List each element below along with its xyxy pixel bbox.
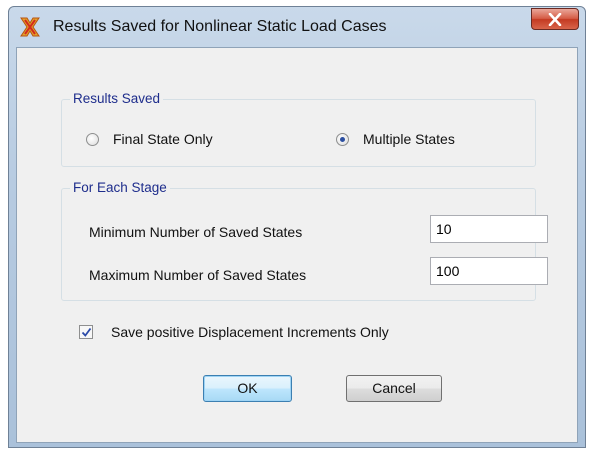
save-positive-increments-checkbox[interactable]: Save positive Displacement Increments On… <box>79 324 389 340</box>
radio-multiple-states[interactable]: Multiple States <box>336 131 455 147</box>
for-each-stage-legend: For Each Stage <box>70 180 170 195</box>
radio-button[interactable] <box>86 132 99 146</box>
checkmark-icon <box>81 327 92 337</box>
radio-final-state-only[interactable]: Final State Only <box>86 131 213 147</box>
max-saved-states-label: Maximum Number of Saved States <box>89 267 307 283</box>
dialog-window: Results Saved for Nonlinear Static Load … <box>8 6 586 448</box>
results-saved-legend: Results Saved <box>70 91 164 106</box>
window-title: Results Saved for Nonlinear Static Load … <box>53 18 387 35</box>
radio-label: Final State Only <box>113 131 213 147</box>
ok-button[interactable]: OK <box>203 375 292 402</box>
checkbox-label: Save positive Displacement Increments On… <box>111 324 389 340</box>
close-icon <box>548 13 562 26</box>
app-icon <box>19 16 41 38</box>
cancel-button[interactable]: Cancel <box>346 375 442 402</box>
radio-button[interactable] <box>336 132 349 146</box>
results-saved-group: Results Saved Final State Only Multiple … <box>61 91 536 167</box>
close-button[interactable] <box>531 8 579 30</box>
dialog-body: Results Saved Final State Only Multiple … <box>16 47 578 443</box>
max-saved-states-input[interactable]: 100 <box>430 257 548 285</box>
for-each-stage-group: For Each Stage Minimum Number of Saved S… <box>61 180 548 301</box>
radio-label: Multiple States <box>363 131 455 147</box>
min-saved-states-label: Minimum Number of Saved States <box>89 224 303 240</box>
checkbox[interactable] <box>79 325 93 339</box>
min-saved-states-input[interactable]: 10 <box>430 215 548 243</box>
title-bar[interactable]: Results Saved for Nonlinear Static Load … <box>9 7 585 47</box>
